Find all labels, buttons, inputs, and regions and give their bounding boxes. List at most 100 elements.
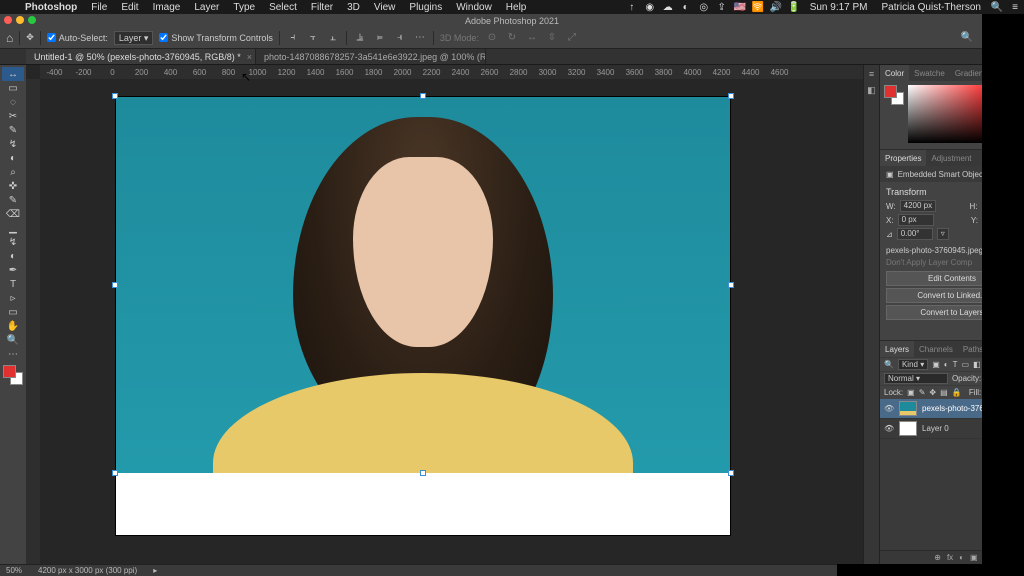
status-icon[interactable]: ◐ <box>677 2 695 13</box>
transform-handle[interactable] <box>420 470 426 476</box>
path-tool[interactable]: ▹ <box>2 291 24 305</box>
align-right-icon[interactable]: ⫠ <box>326 31 340 45</box>
move-tool[interactable]: ↔ <box>2 67 24 81</box>
lock-icon[interactable]: 🔒 <box>952 388 962 397</box>
document-tab[interactable]: Untitled-1 @ 50% (pexels-photo-3760945, … <box>26 49 256 64</box>
angle-field[interactable]: 0.00° <box>897 228 933 240</box>
zoom-level[interactable]: 50% <box>6 566 22 575</box>
zoom-tool[interactable]: 🔍 <box>2 333 24 347</box>
history-brush-tool[interactable]: ✎ <box>2 193 24 207</box>
dodge-tool[interactable]: ◐ <box>2 249 24 263</box>
filter-type-icon[interactable]: ◧ <box>973 360 981 369</box>
tab-layers[interactable]: Layers <box>880 341 914 357</box>
blur-tool[interactable]: ↯ <box>2 235 24 249</box>
transform-handle[interactable] <box>112 93 118 99</box>
menu-edit[interactable]: Edit <box>114 2 145 13</box>
menubar-extra[interactable]: ≡ <box>1006 2 1024 13</box>
layer-name[interactable]: Layer 0 <box>922 424 949 433</box>
document-tab[interactable]: photo-1487088678257-3a541e6e3922.jpeg @ … <box>256 49 486 64</box>
close-window[interactable] <box>4 16 12 24</box>
auto-select-checkbox[interactable]: Auto-Select: <box>47 33 108 43</box>
fx-icon[interactable]: fx <box>947 553 953 562</box>
color-panel-swatch[interactable] <box>884 85 904 105</box>
transform-handle[interactable] <box>728 93 734 99</box>
visibility-toggle[interactable]: 👁 <box>884 424 894 433</box>
status-icon[interactable]: ⇪ <box>713 2 731 13</box>
clone-tool[interactable]: ✜ <box>2 179 24 193</box>
blend-mode[interactable]: Normal ▾ <box>884 373 948 384</box>
status-icon[interactable]: 🇺🇸 <box>731 2 749 13</box>
visibility-toggle[interactable]: 👁 <box>884 404 894 413</box>
zoom-window[interactable] <box>28 16 36 24</box>
filter-type-icon[interactable]: T <box>953 360 958 369</box>
status-icon[interactable]: ◉ <box>641 2 659 13</box>
distribute-icon[interactable]: ⋯ <box>413 31 427 45</box>
tab-color[interactable]: Color <box>880 65 909 81</box>
menu-filter[interactable]: Filter <box>304 2 340 13</box>
lock-icon[interactable]: ▣ <box>907 388 915 397</box>
app-menu[interactable]: Photoshop <box>18 2 84 13</box>
battery-icon[interactable]: 🔋 <box>785 2 803 13</box>
transform-handle[interactable] <box>728 470 734 476</box>
menu-help[interactable]: Help <box>499 2 534 13</box>
eraser-tool[interactable]: ⌫ <box>2 207 24 221</box>
link-layers-icon[interactable]: ⊕ <box>934 553 941 562</box>
menu-plugins[interactable]: Plugins <box>402 2 449 13</box>
menu-window[interactable]: Window <box>449 2 499 13</box>
document-canvas[interactable]: ↖ <box>40 79 863 564</box>
home-button[interactable]: ⌂ <box>6 31 13 45</box>
width-field[interactable]: 4200 px <box>900 200 936 212</box>
show-transform-checkbox[interactable]: Show Transform Controls <box>159 33 273 43</box>
marquee-tool[interactable]: ▭ <box>2 81 24 95</box>
tab-swatches[interactable]: Swatche <box>909 65 950 81</box>
shape-tool[interactable]: ▭ <box>2 305 24 319</box>
menu-3d[interactable]: 3D <box>340 2 367 13</box>
color-swatches[interactable] <box>3 365 23 385</box>
lock-icon[interactable]: ▤ <box>940 388 948 397</box>
tab-properties[interactable]: Properties <box>880 150 926 166</box>
menu-image[interactable]: Image <box>146 2 188 13</box>
status-icon[interactable]: ☁ <box>659 2 677 13</box>
lasso-tool[interactable]: ◌ <box>2 95 24 109</box>
smart-object-image[interactable] <box>116 97 730 473</box>
status-arrow-icon[interactable]: ▸ <box>153 566 157 575</box>
vertical-ruler[interactable] <box>26 79 40 564</box>
transform-handle[interactable] <box>112 470 118 476</box>
align-center-icon[interactable]: ⫟ <box>306 31 320 45</box>
menubar-user[interactable]: Patricia Quist-Therson <box>875 2 988 13</box>
transform-handle[interactable] <box>420 93 426 99</box>
close-tab-icon[interactable]: × <box>247 52 252 62</box>
document-info[interactable]: 4200 px x 3000 px (300 ppi) <box>38 566 137 575</box>
menubar-clock[interactable]: Sun 9:17 PM <box>803 2 875 13</box>
layer-thumbnail[interactable] <box>899 401 917 416</box>
hand-tool[interactable]: ✋ <box>2 319 24 333</box>
menu-view[interactable]: View <box>367 2 403 13</box>
transform-handle[interactable] <box>728 282 734 288</box>
mask-icon[interactable]: ◐ <box>959 553 964 562</box>
menu-select[interactable]: Select <box>262 2 304 13</box>
panel-icon[interactable]: ≡ <box>869 69 874 79</box>
lock-icon[interactable]: ✎ <box>919 388 926 397</box>
panel-icon[interactable]: ◧ <box>867 85 876 96</box>
type-tool[interactable]: T <box>2 277 24 291</box>
transform-section[interactable]: Transform <box>886 187 927 197</box>
crop-tool[interactable]: ✂ <box>2 109 24 123</box>
brush-tool[interactable]: ⌕ <box>2 165 24 179</box>
filter-kind[interactable]: Kind ▾ <box>898 359 928 370</box>
volume-icon[interactable]: 🔊 <box>767 2 785 13</box>
healing-tool[interactable]: ◐ <box>2 151 24 165</box>
menu-type[interactable]: Type <box>226 2 262 13</box>
eyedropper-tool[interactable]: ↯ <box>2 137 24 151</box>
edit-toolbar[interactable]: ⋯ <box>2 347 24 361</box>
flip-h-button[interactable]: ▿ <box>937 228 949 240</box>
filter-type-icon[interactable]: ▭ <box>962 360 970 369</box>
wifi-icon[interactable]: 🛜 <box>749 2 767 13</box>
menu-file[interactable]: File <box>84 2 114 13</box>
foreground-color[interactable] <box>3 365 16 378</box>
align-top-icon[interactable]: ⫡ <box>353 31 367 45</box>
status-icon[interactable]: ◎ <box>695 2 713 13</box>
search-button[interactable]: 🔍 <box>960 31 974 45</box>
align-bottom-icon[interactable]: ⫣ <box>393 31 407 45</box>
tab-channels[interactable]: Channels <box>914 341 958 357</box>
align-middle-icon[interactable]: ⫢ <box>373 31 387 45</box>
